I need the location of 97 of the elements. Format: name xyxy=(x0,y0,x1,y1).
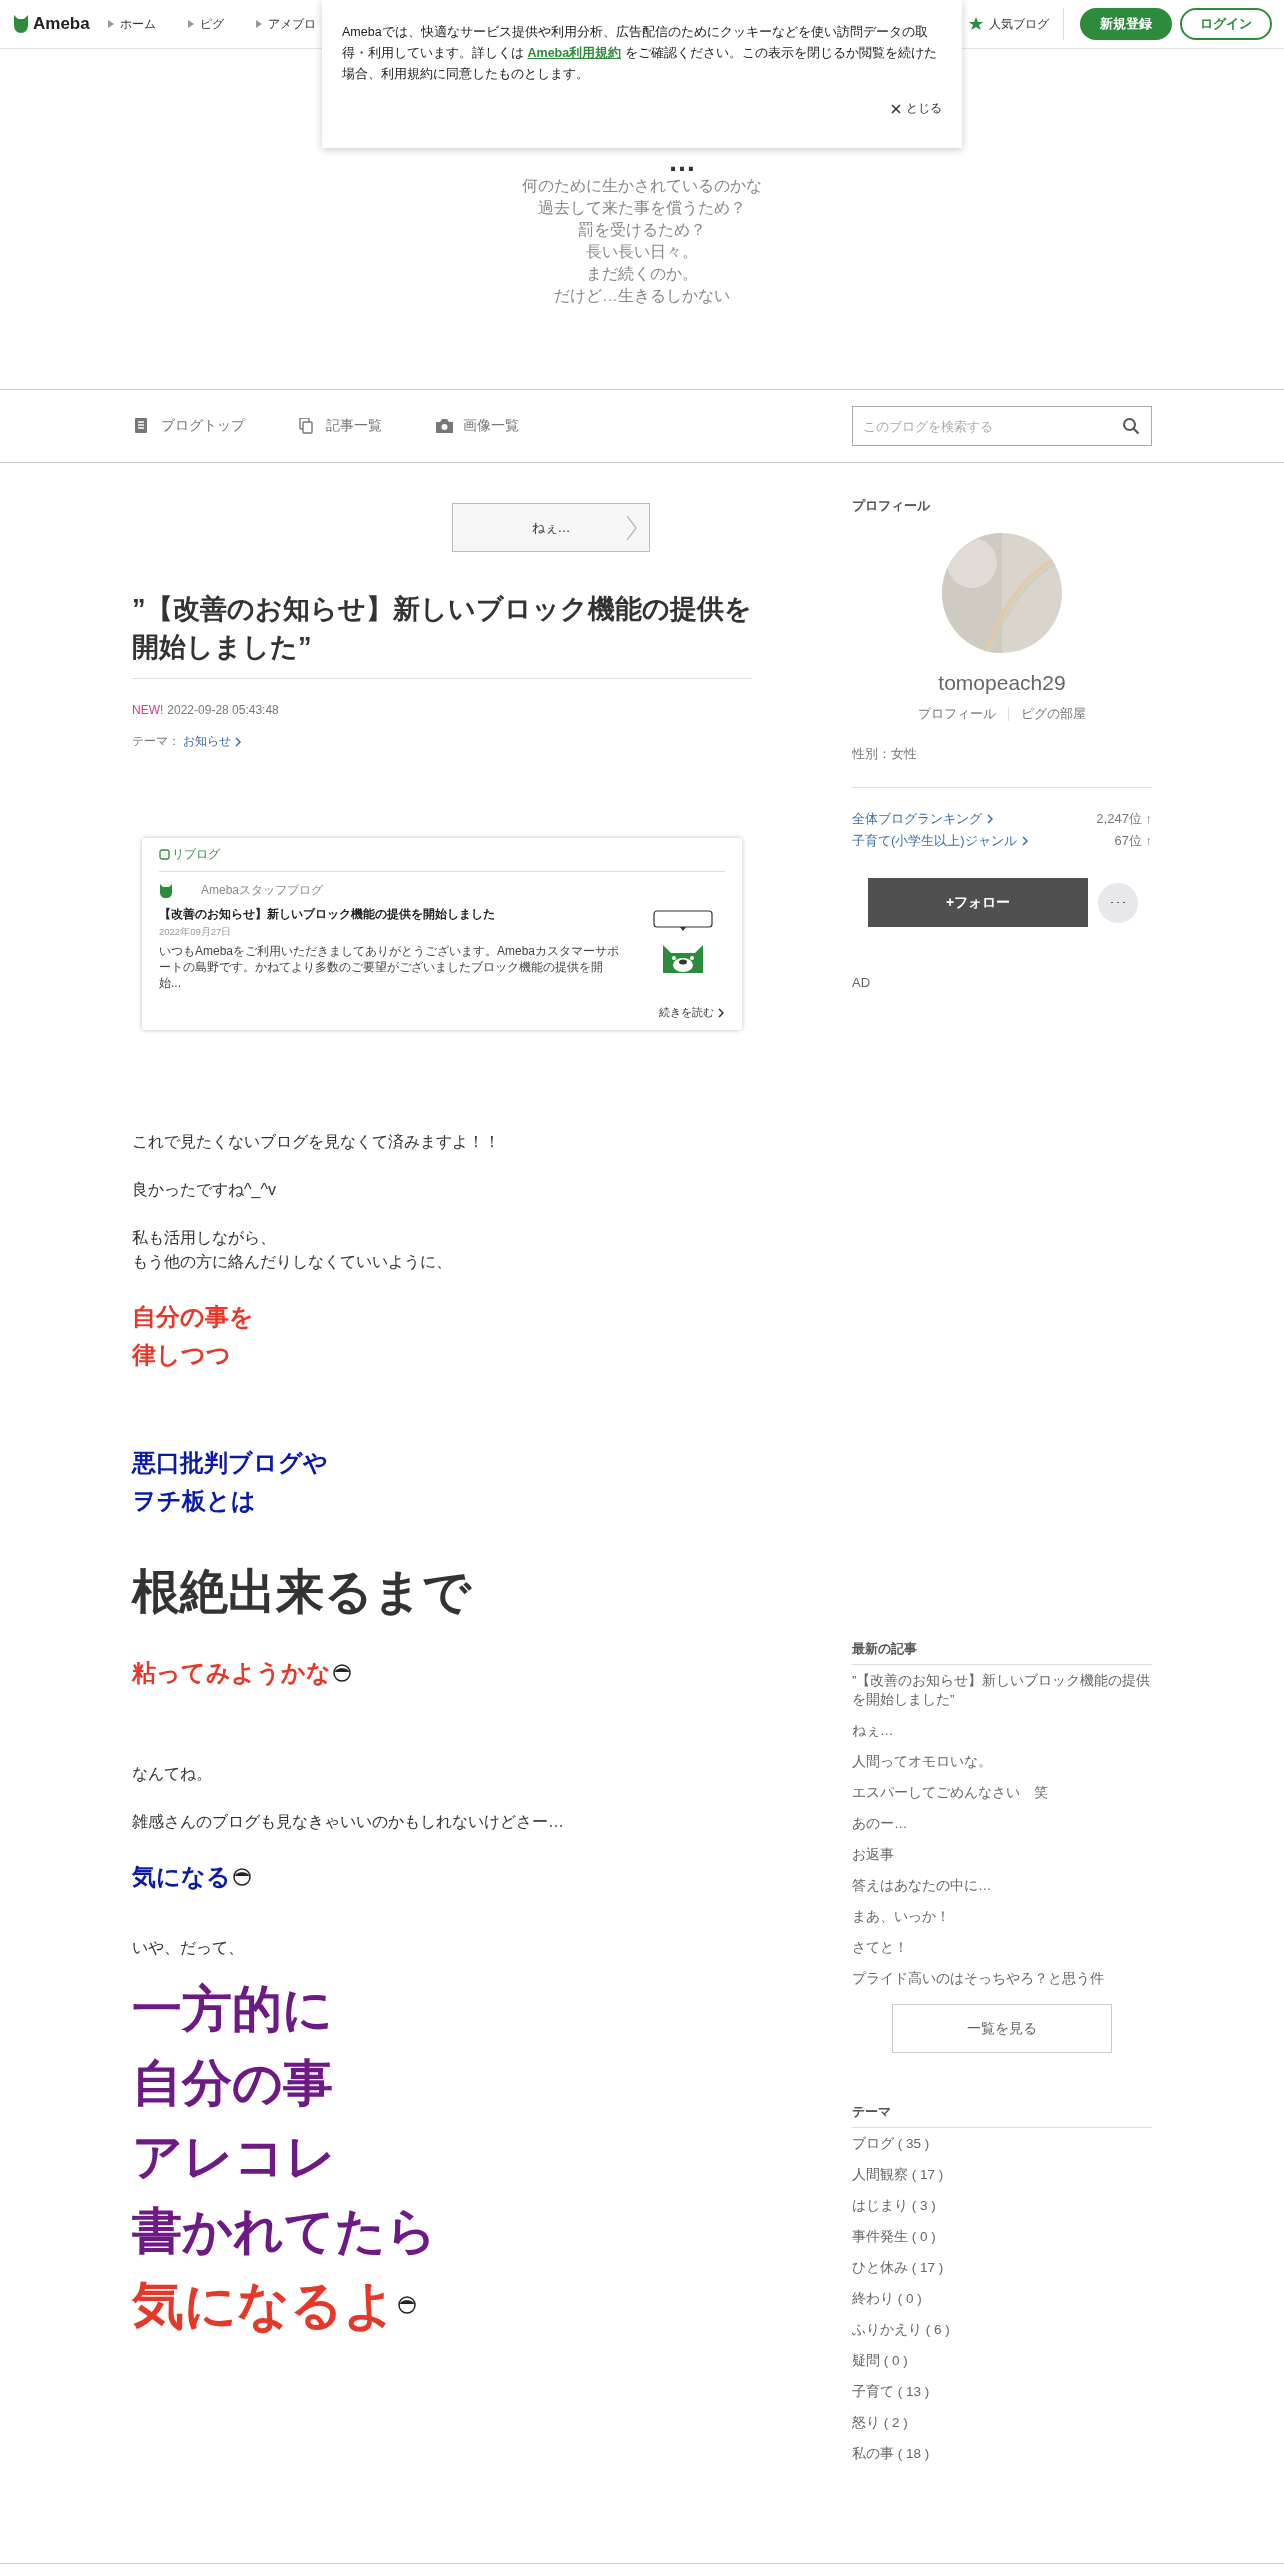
reblog-card[interactable]: リブログ Amebaスタッフブログ 【改善のお知らせ】新しいブロック機能の提供を開始しました 2022年09月27日 いつもAmebaをご利用いただきましてありがとうございます。Amebaカスタマーサポートの島野です。かねてより多数のご要望がございましたブロック機能の提供を開始... 続きを読む xyxy=(142,838,742,1030)
mascot-icon xyxy=(12,13,30,35)
nav-link[interactable]: ホーム xyxy=(107,15,156,33)
source-blog-name: Amebaスタッフブログ xyxy=(201,882,324,899)
blog-nav-link[interactable]: 画像一覧 xyxy=(436,417,519,435)
body-text: 良かったですね^_^v xyxy=(132,1180,276,1200)
theme-link[interactable]: はじまり ( 3 ) xyxy=(852,2196,1152,2215)
chevron-icon xyxy=(625,515,637,541)
profile-link[interactable]: プロフィール xyxy=(918,705,996,723)
triangle-icon xyxy=(187,20,194,28)
theme-link[interactable]: ひと休み ( 17 ) xyxy=(852,2258,1152,2277)
login-button[interactable]: ログイン xyxy=(1180,8,1272,40)
article-link[interactable]: エスパーしてごめんなさい 笑 xyxy=(852,1783,1152,1802)
post-date: 2022-09-28 05:43:48 xyxy=(167,703,279,717)
blog-title[interactable]: … xyxy=(668,149,696,175)
body-text: いや、だって、 xyxy=(132,1938,244,1958)
ranking-link[interactable]: 全体ブログランキング xyxy=(852,808,982,830)
theme-link[interactable]: 人間観察 ( 17 ) xyxy=(852,2165,1152,2184)
profile-link[interactable]: ピグの部屋 xyxy=(1021,705,1086,723)
theme-link[interactable]: 私の事 ( 18 ) xyxy=(852,2444,1152,2463)
body-text: 気になる xyxy=(132,1862,231,1892)
notice-text: Amebaでは、快適なサービス提供や利用分析、広告配信のためにクッキーなどを使い訪問データの取得・利用しています。詳しくは Ameba利用規約 をご確認ください。この表示を閉じるか閲覧を続けた場合、利用規約に同意したものとします。 xyxy=(342,24,938,83)
article-link[interactable]: 人間ってオモロいな。 xyxy=(852,1752,1152,1771)
ad-label: AD xyxy=(852,975,872,990)
copy-icon xyxy=(299,418,316,434)
body-text: 悪口批判ブログや ヲチ板とは xyxy=(132,1448,328,1516)
triangle-icon xyxy=(255,20,262,28)
ranking-link[interactable]: 子育て(小学生以上)ジャンル xyxy=(852,830,1017,852)
previous-article-button[interactable]: ねぇ… xyxy=(452,503,650,552)
theme-link[interactable]: 子育て ( 13 ) xyxy=(852,2382,1152,2401)
star-icon xyxy=(969,17,983,31)
theme-link[interactable]: 疑問 ( 0 ) xyxy=(852,2351,1152,2370)
terms-link[interactable]: Ameba利用規約 xyxy=(527,46,622,60)
theme-link[interactable]: お知らせ xyxy=(183,733,231,750)
signup-button[interactable]: 新規登録 xyxy=(1080,8,1172,40)
body-text: 自分の事 xyxy=(132,2054,333,2113)
chevron-icon xyxy=(717,1006,725,1019)
see-all-button[interactable]: 一覧を見る xyxy=(892,2004,1112,2053)
article-link[interactable]: 答えはあなたの中に… xyxy=(852,1876,1152,1895)
rank-value: 67位 ↑ xyxy=(1114,832,1152,850)
article-link[interactable]: まあ、いっか！ xyxy=(852,1907,1152,1926)
triangle-icon xyxy=(107,20,114,28)
article-link[interactable]: プライド高いのはそっちやろ？と思う件 xyxy=(852,1969,1152,1988)
body-text: 私も活用しながら、 もう他の方に絡んだりしなくていいように、 xyxy=(132,1228,452,1272)
read-more-link[interactable]: 続きを読む xyxy=(659,1005,714,1020)
body-text: 自分の事を 律しつつ xyxy=(132,1302,254,1370)
rank-value: 2,247位 ↑ xyxy=(1096,810,1152,828)
ameba-logo[interactable]: Ameba xyxy=(12,13,90,35)
blog-description: 何のために生かされているのかな 過去して来た事を償うため？ 罰を受けるため？ 長い長い日々。 まだ続くのか。 だけど…生きるしかない xyxy=(521,176,763,306)
nav-link[interactable]: アメブロ xyxy=(255,15,316,33)
section-heading: テーマ xyxy=(852,2103,1152,2128)
popular-blogs-link[interactable]: 人気ブログ xyxy=(969,15,1049,33)
camera-icon xyxy=(436,418,453,434)
body-text: なんてね。 xyxy=(132,1764,212,1784)
user-name[interactable]: tomopeach29 xyxy=(852,671,1152,695)
more-button[interactable]: ･･･ xyxy=(1098,882,1138,923)
reblog-title: 【改善のお知らせ】新しいブロック機能の提供を開始しました xyxy=(159,907,496,922)
follow-button[interactable]: +フォロー xyxy=(868,878,1088,927)
reblog-excerpt: いつもAmebaをご利用いただきましてありがとうございます。Amebaカスタマーサポートの島野です。かねてより多数のご要望がございましたブロック機能の提供を開始... xyxy=(159,943,621,991)
new-label: NEW! xyxy=(132,703,164,717)
blog-nav-link[interactable]: ブログトップ xyxy=(134,417,245,435)
body-text: これで見たくないブログを見なくて済みますよ！！ xyxy=(132,1132,500,1152)
article-title: ”【改善のお知らせ】新しいブロック機能の提供を開始しました” xyxy=(132,590,752,679)
theme-label: テーマ： xyxy=(132,733,180,750)
theme-link[interactable]: 事件発生 ( 0 ) xyxy=(852,2227,1152,2246)
theme-link[interactable]: ブログ ( 35 ) xyxy=(852,2134,1152,2153)
article-link[interactable]: ねぇ… xyxy=(852,1721,1152,1740)
reblog-date: 2022年09月27日 xyxy=(159,926,233,939)
search-field[interactable]: このブログを検索する xyxy=(852,406,1152,446)
chevron-icon xyxy=(986,813,994,825)
body-text: 雑感さんのブログも見なきゃいいのかもしれないけどさー… xyxy=(132,1812,564,1832)
close-icon xyxy=(891,103,901,114)
theme-link[interactable]: 終わり ( 0 ) xyxy=(852,2289,1152,2308)
section-heading: 最新の記事 xyxy=(852,1640,1152,1665)
body-text: 書かれてたら xyxy=(132,2202,437,2261)
chevron-icon xyxy=(234,735,242,748)
nav-link[interactable]: ピグ xyxy=(187,15,224,33)
article-link[interactable]: さてと！ xyxy=(852,1938,1152,1957)
reblog-label: リブログ xyxy=(172,846,220,863)
body-text: 根絶出来るまで xyxy=(132,1564,471,1620)
article-link[interactable]: ”【改善のお知らせ】新しいブロック機能の提供を開始しました” xyxy=(852,1671,1152,1709)
body-text: 粘ってみようかな xyxy=(132,1658,331,1688)
chevron-icon xyxy=(1020,835,1029,847)
body-text: 気になるよ xyxy=(132,2275,396,2336)
close-button[interactable]: とじる xyxy=(891,100,942,117)
gender-text: 性別：女性 xyxy=(852,745,1152,788)
reblog-icon xyxy=(159,849,170,860)
body-text: 一方的に xyxy=(132,1980,333,2039)
article-link[interactable]: あのー… xyxy=(852,1814,1152,1833)
search-icon xyxy=(1122,417,1140,435)
mascot-icon xyxy=(159,882,173,899)
section-heading: プロフィール xyxy=(852,497,931,515)
theme-link[interactable]: ふりかえり ( 6 ) xyxy=(852,2320,1152,2339)
article-link[interactable]: お返事 xyxy=(852,1845,1152,1864)
blog-nav-link[interactable]: 記事一覧 xyxy=(299,417,382,435)
body-text: アレコレ xyxy=(132,2128,336,2187)
theme-link[interactable]: 怒り ( 2 ) xyxy=(852,2413,1152,2432)
